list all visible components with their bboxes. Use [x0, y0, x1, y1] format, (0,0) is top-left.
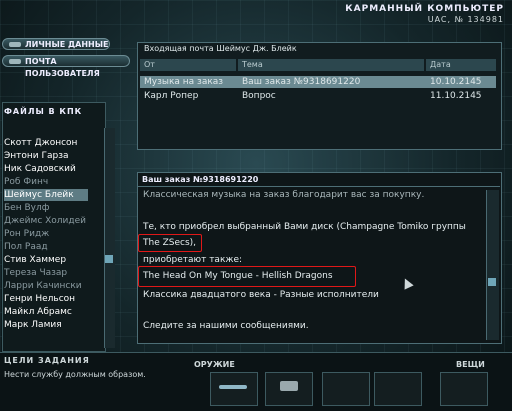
contact-item[interactable]: Рон Ридж — [4, 228, 49, 240]
message-title: Ваш заказ №9318691220 — [142, 175, 259, 184]
message-line: Классическая музыка на заказ благодарит … — [143, 190, 425, 200]
mail-date: 10.10.2145 — [430, 77, 482, 87]
contact-item[interactable]: Тереза Чазар — [4, 267, 67, 279]
mail-date: 11.10.2145 — [430, 91, 482, 101]
contact-item[interactable]: Майкл Абрамс — [4, 306, 72, 318]
highlight-box — [138, 266, 356, 287]
contact-item[interactable]: Пол Раад — [4, 241, 48, 253]
personal-data-button[interactable]: ЛИЧНЫЕ ДАННЫЕ — [2, 38, 110, 50]
contact-item[interactable]: Генри Нельсон — [4, 293, 75, 305]
message-line: Следите за нашими сообщениями. — [143, 321, 309, 331]
weapon-slot[interactable] — [210, 372, 258, 406]
user-mail-button[interactable]: ПОЧТА ПОЛЬЗОВАТЕЛЯ — [2, 55, 130, 78]
objectives-title: ЦЕЛИ ЗАДАНИЯ — [4, 356, 90, 365]
pda-title: КАРМАННЫЙ КОМПЬЮТЕР — [345, 4, 504, 14]
mail-subject: Вопрос — [242, 91, 276, 101]
contact-item[interactable]: Марк Ламия — [4, 319, 62, 331]
button-indicator-icon — [9, 59, 21, 64]
mail-row[interactable]: Карл Ропер Вопрос 11.10.2145 — [140, 90, 496, 102]
contacts-scroll-thumb[interactable] — [105, 255, 113, 263]
files-title: ФАЙЛЫ В КПК — [4, 107, 83, 116]
mail-row[interactable]: Музыка на заказ Ваш заказ №9318691220 10… — [140, 76, 496, 88]
contact-item[interactable]: Энтони Гарза — [4, 150, 69, 162]
column-subject[interactable]: Тема — [238, 59, 424, 71]
weapons-title: ОРУЖИЕ — [194, 360, 235, 369]
pda-id: UAC, № 134981 — [427, 15, 504, 24]
column-from[interactable]: От — [140, 59, 236, 71]
divider — [137, 186, 500, 187]
user-mail-label: ПОЧТА ПОЛЬЗОВАТЕЛЯ — [25, 57, 100, 78]
contacts-scrollbar[interactable] — [104, 128, 115, 348]
column-date[interactable]: Дата — [426, 59, 496, 71]
contact-item[interactable]: Ник Садовский — [4, 163, 76, 175]
contact-item[interactable]: Бен Вулф — [4, 202, 49, 214]
mail-subject: Ваш заказ №9318691220 — [242, 77, 361, 87]
message-scroll-thumb[interactable] — [488, 278, 496, 286]
personal-data-label: ЛИЧНЫЕ ДАННЫЕ — [25, 40, 109, 49]
contact-item[interactable]: Джеймс Холидей — [4, 215, 86, 227]
message-line: Классика двадцатого века - Разные исполн… — [143, 290, 379, 300]
flashlight-icon — [219, 385, 247, 389]
weapon-slot[interactable] — [374, 372, 422, 406]
message-line: Те, кто приобрел выбранный Вами диск (Ch… — [143, 222, 466, 232]
contact-item[interactable]: Стив Хаммер — [4, 254, 66, 266]
contact-item[interactable]: Скотт Джонсон — [4, 137, 77, 149]
items-title: ВЕЩИ — [456, 360, 485, 369]
weapon-slot[interactable] — [322, 372, 370, 406]
inbox-title: Входящая почта Шеймус Дж. Блейк — [144, 44, 297, 53]
contact-item[interactable]: Ларри Качински — [4, 280, 82, 292]
objectives-text: Нести службу должным образом. — [4, 370, 146, 379]
contact-item[interactable]: Роб Финч — [4, 176, 48, 188]
mail-from: Музыка на заказ — [144, 77, 224, 87]
weapon-slot[interactable] — [265, 372, 313, 406]
mail-from: Карл Ропер — [144, 91, 199, 101]
pistol-icon — [280, 381, 298, 391]
button-indicator-icon — [9, 42, 21, 47]
highlight-box — [138, 234, 202, 252]
contact-item[interactable]: Шеймус Блейк — [4, 189, 88, 201]
item-slot[interactable] — [440, 372, 488, 406]
message-scrollbar[interactable] — [486, 190, 499, 340]
message-line: приобретают также: — [143, 255, 243, 265]
